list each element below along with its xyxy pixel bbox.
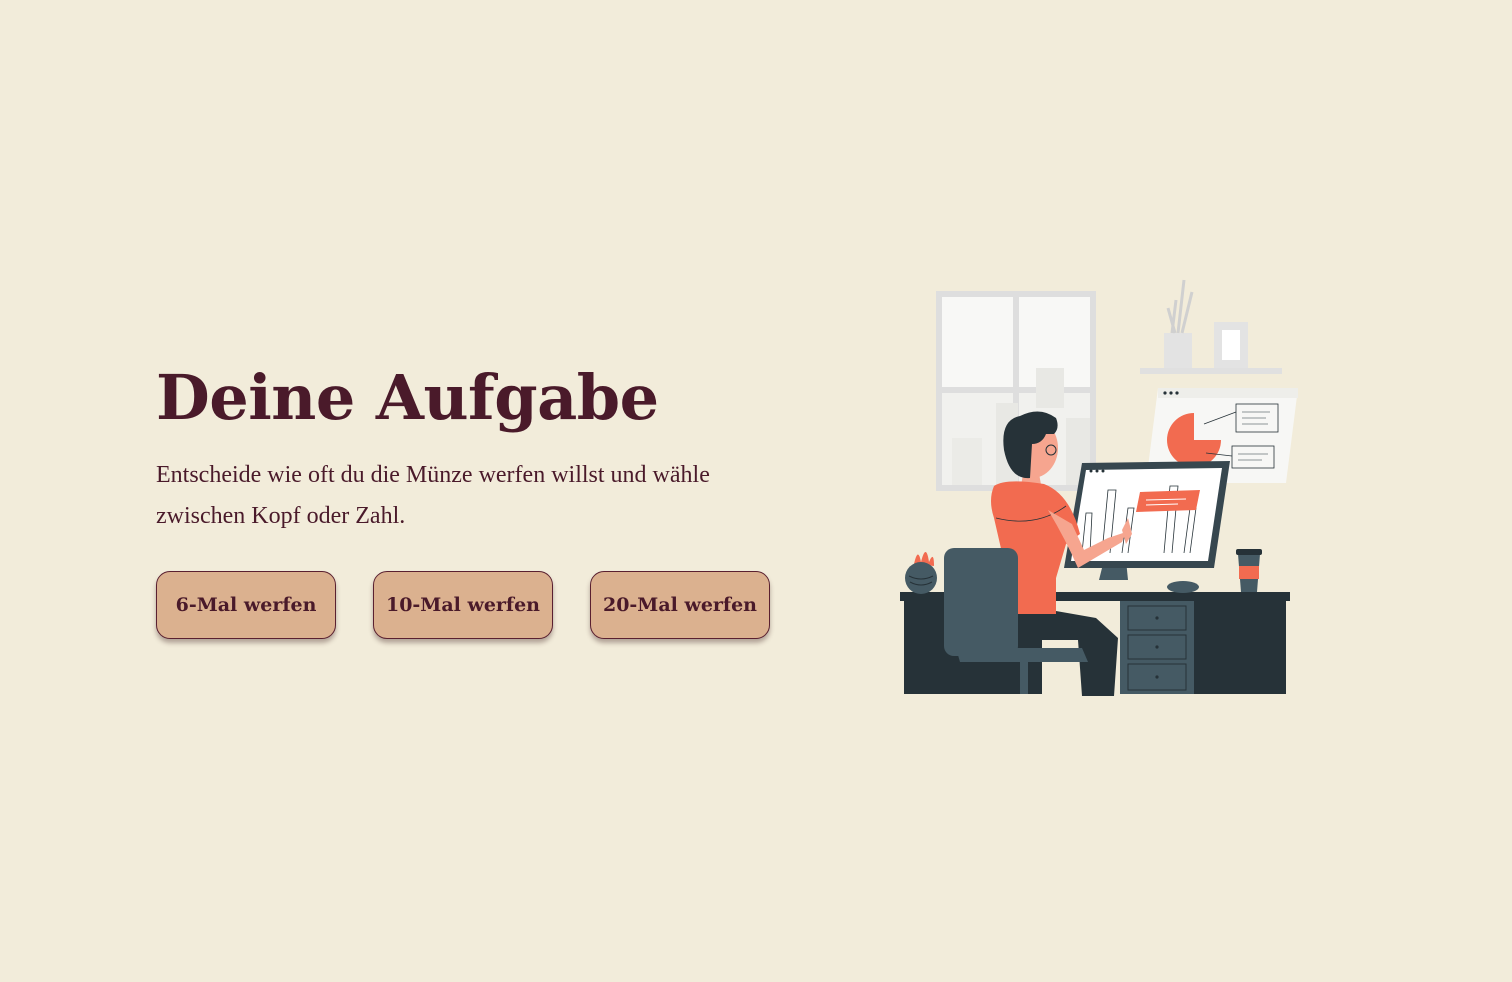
person-at-computer-illustration: [900, 279, 1298, 696]
throw-20-button[interactable]: 20-Mal werfen: [590, 571, 770, 639]
throw-10-button[interactable]: 10-Mal werfen: [373, 571, 553, 639]
page-title: Deine Aufgabe: [156, 361, 659, 434]
task-section: Deine Aufgabe Entscheide wie oft du die …: [156, 355, 796, 639]
shelf: [1140, 279, 1282, 374]
throw-6-button[interactable]: 6-Mal werfen: [156, 571, 336, 639]
plant-icon: [905, 552, 937, 594]
task-description: Entscheide wie oft du die Münze werfen w…: [156, 462, 710, 529]
mouse-icon: [1167, 581, 1199, 593]
monitor: [1064, 461, 1230, 580]
throw-options: 6-Mal werfen 10-Mal werfen 20-Mal werfen: [156, 571, 770, 639]
coffee-cup-icon: [1236, 549, 1262, 592]
